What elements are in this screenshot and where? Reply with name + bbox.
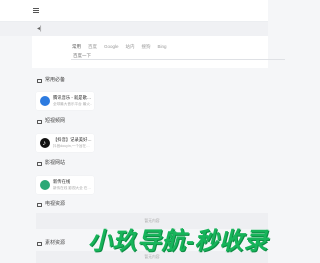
card-name: 新传在线 — [53, 179, 71, 184]
section-title-movies: 影视网站 — [37, 160, 65, 167]
sub-bar: ◂| — [0, 22, 268, 36]
section-title-shortvideo: 短视频网 — [37, 118, 65, 125]
card-desc: 新传在线 影视大全 在… — [53, 186, 91, 190]
section-label: 素材资源 — [45, 240, 66, 246]
search-engine-tabs: 常用 百度 Google 站内 搜狗 Bing — [72, 44, 167, 50]
folder-icon — [37, 161, 42, 166]
section-label: 短视频网 — [45, 118, 66, 124]
top-bar — [0, 0, 268, 22]
music-logo-icon — [40, 96, 50, 106]
engine-tab-site[interactable]: 站内 — [126, 44, 135, 50]
engine-tab-sogou[interactable]: 搜狗 — [142, 44, 151, 50]
section-title-common: 常用必备 — [37, 77, 65, 84]
engine-tab-baidu[interactable]: 百度 — [88, 44, 97, 50]
engine-tab-google[interactable]: Google — [104, 44, 119, 50]
card-name: 【抖音】记录美好… — [53, 137, 92, 142]
search-panel: 常用 百度 Google 站内 搜狗 Bing — [32, 36, 285, 68]
engine-tab-bing[interactable]: Bing — [158, 44, 167, 50]
folder-icon — [37, 78, 42, 83]
folder-icon — [37, 241, 42, 246]
empty-placeholder: 暂无内容 — [36, 213, 268, 229]
card-desc: 全球最大音乐平台 最火… — [53, 102, 92, 106]
xinchuan-logo-icon — [40, 180, 50, 190]
section-title-tv: 电视资源 — [37, 201, 65, 208]
douyin-logo-icon — [40, 138, 50, 148]
menu-icon[interactable] — [33, 8, 39, 13]
collapse-icon[interactable]: ◂| — [37, 25, 42, 33]
section-label: 影视网站 — [45, 160, 66, 166]
watermark-text: 小玖导航-秒收录 — [88, 228, 268, 255]
site-card-music[interactable]: 腾讯音乐 - 就是歌… 全球最大音乐平台 最火… — [36, 92, 94, 110]
site-card-douyin[interactable]: 【抖音】记录美好… 抖音douyin,一个旨在… — [36, 134, 94, 152]
section-title-assets: 素材资源 — [37, 240, 65, 247]
card-desc: 抖音douyin,一个旨在… — [53, 144, 90, 148]
section-label: 常用必备 — [45, 77, 66, 83]
folder-icon — [37, 119, 42, 124]
search-input[interactable] — [71, 52, 285, 60]
card-name: 腾讯音乐 - 就是歌… — [53, 95, 92, 100]
engine-tab-common[interactable]: 常用 — [72, 44, 81, 50]
folder-icon — [37, 202, 42, 207]
section-label: 电视资源 — [45, 201, 66, 207]
site-card-xinchuan[interactable]: 新传在线 新传在线 影视大全 在… — [36, 176, 94, 194]
